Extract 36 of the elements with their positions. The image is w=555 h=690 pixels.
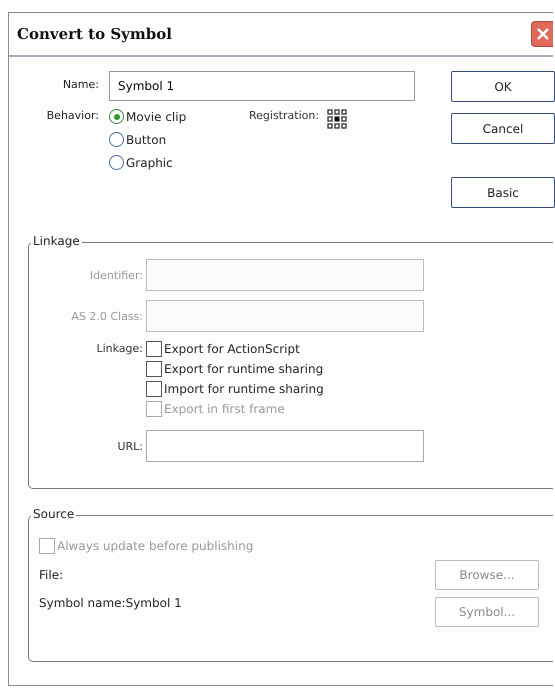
registration-grid-icon[interactable] bbox=[327, 109, 348, 129]
checkbox[interactable] bbox=[146, 381, 162, 397]
radio-button[interactable] bbox=[109, 155, 124, 170]
checkbox[interactable] bbox=[146, 361, 162, 377]
file-label: File: bbox=[39, 568, 64, 582]
text-field[interactable] bbox=[146, 300, 424, 332]
group-title: Source bbox=[31, 507, 76, 521]
field-label: Identifier: bbox=[88, 268, 144, 282]
close-icon bbox=[536, 27, 550, 41]
field-label: Registration: bbox=[249, 109, 320, 122]
text-field[interactable] bbox=[146, 259, 424, 291]
dialog-button[interactable]: OK bbox=[451, 71, 555, 102]
close-button[interactable] bbox=[531, 21, 553, 47]
checkbox-label: Export in first frame bbox=[164, 402, 285, 416]
radio-button[interactable] bbox=[109, 132, 124, 147]
field-label: AS 2.0 Class: bbox=[70, 310, 144, 322]
option-label: Graphic bbox=[126, 156, 173, 170]
checkbox[interactable] bbox=[146, 341, 162, 357]
symbol-name-text: Symbol name:Symbol 1 bbox=[39, 596, 183, 610]
name-field[interactable]: Symbol 1 bbox=[109, 71, 415, 101]
field-label: Name: bbox=[62, 77, 100, 91]
checkbox-label: Always update before publishing bbox=[57, 539, 254, 553]
field-label: Behavior: bbox=[46, 109, 100, 122]
option-label: Button bbox=[126, 132, 166, 146]
checkbox-label: Export for runtime sharing bbox=[164, 362, 324, 376]
text-field[interactable] bbox=[146, 430, 424, 462]
field-label: Linkage: bbox=[95, 341, 144, 355]
field-label: URL: bbox=[116, 440, 144, 452]
dialog-button[interactable]: Cancel bbox=[451, 113, 555, 144]
checkbox-label: Export for ActionScript bbox=[164, 342, 300, 356]
group-title: Linkage bbox=[31, 234, 82, 248]
window-title: Convert to Symbol bbox=[17, 25, 172, 43]
radio-button[interactable] bbox=[109, 109, 124, 124]
checkbox-label: Import for runtime sharing bbox=[164, 382, 324, 396]
option-label: Movie clip bbox=[126, 110, 186, 124]
dialog-button[interactable]: Basic bbox=[451, 177, 555, 208]
